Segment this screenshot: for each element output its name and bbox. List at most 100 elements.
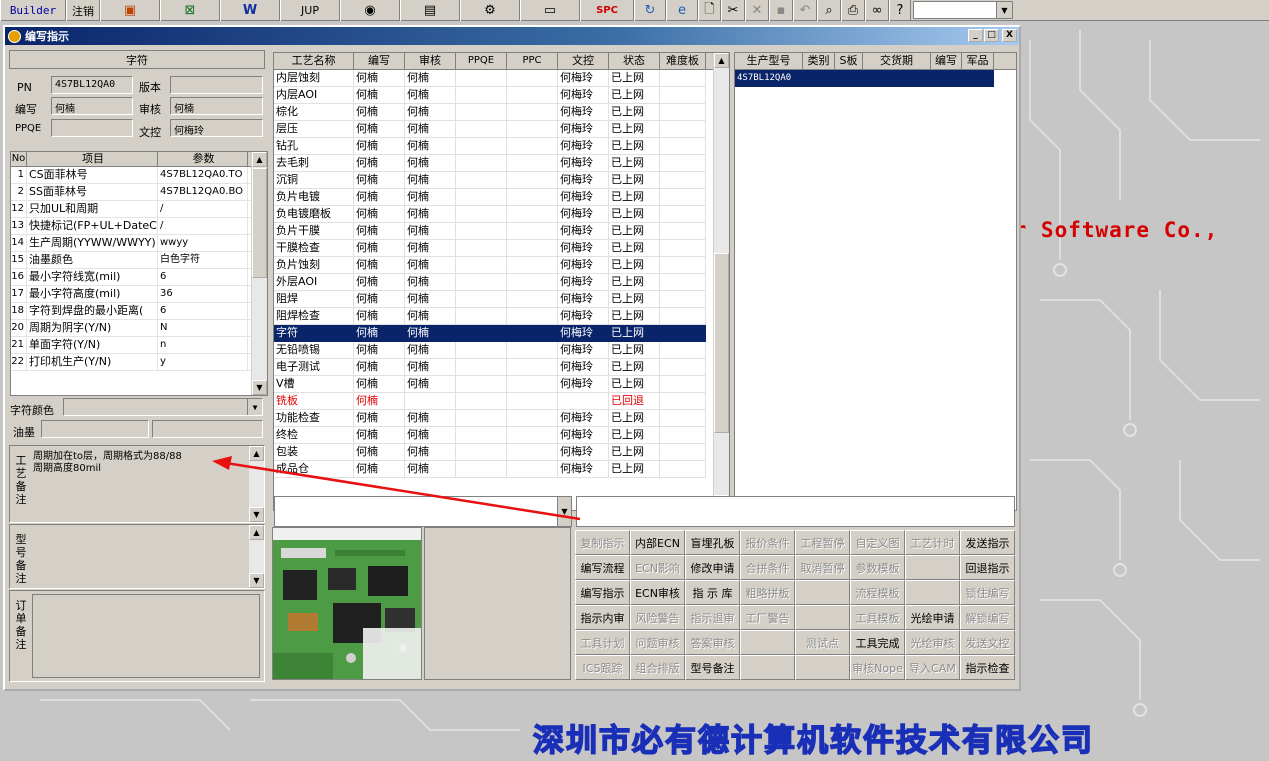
process-row[interactable]: 负片蚀刻 何楠 何楠 何梅玲 已上网: [274, 257, 729, 274]
parameter-row[interactable]: 15 油墨颜色 白色字符: [11, 252, 267, 269]
command-button[interactable]: 型号备注: [685, 655, 740, 680]
database-icon[interactable]: ▤: [400, 0, 460, 21]
scroll-up-icon[interactable]: ▲: [249, 446, 264, 461]
process-row[interactable]: 内层AOI 何楠 何楠 何梅玲 已上网: [274, 87, 729, 104]
process-row[interactable]: 终检 何楠 何楠 何梅玲 已上网: [274, 427, 729, 444]
process-row[interactable]: 字符 何楠 何楠 何梅玲 已上网: [274, 325, 729, 342]
process-row[interactable]: 负电镀磨板 何楠 何楠 何梅玲 已上网: [274, 206, 729, 223]
parameter-row[interactable]: 14 生产周期(YYWW/WWYY) wwyy: [11, 235, 267, 252]
char-color-select[interactable]: ▼: [63, 398, 263, 416]
command-button[interactable]: 编写流程: [575, 555, 630, 580]
minimize-button[interactable]: _: [968, 29, 983, 42]
process-row[interactable]: 钻孔 何楠 何楠 何梅玲 已上网: [274, 138, 729, 155]
undo-icon[interactable]: ↶: [793, 0, 817, 21]
command-button[interactable]: 回退指示: [960, 555, 1015, 580]
process-row[interactable]: 去毛刺 何楠 何楠 何梅玲 已上网: [274, 155, 729, 172]
ink-field-2[interactable]: [152, 420, 263, 438]
column-header-param[interactable]: 参数: [158, 152, 248, 166]
process-remark-scrollbar[interactable]: ▲ ▼: [248, 446, 264, 522]
window-titlebar[interactable]: 编写指示 _ □ X: [5, 27, 1019, 45]
column-header-difficulty[interactable]: 难度板: [660, 53, 706, 69]
process-row[interactable]: 阻焊 何楠 何楠 何梅玲 已上网: [274, 291, 729, 308]
command-button[interactable]: 盲埋孔板: [685, 530, 740, 555]
column-header-category[interactable]: 类别: [803, 53, 835, 69]
scroll-up-icon[interactable]: ▲: [249, 525, 264, 540]
cut-icon[interactable]: ✂: [721, 0, 745, 21]
column-header-model[interactable]: 生产型号: [735, 53, 803, 69]
process-row[interactable]: 成品仓 何楠 何楠 何梅玲 已上网: [274, 461, 729, 478]
save-icon[interactable]: ▪: [769, 0, 793, 21]
pn-field[interactable]: 4S7BL12QA0: [51, 76, 133, 94]
column-header-item[interactable]: 项目: [27, 152, 158, 166]
process-row[interactable]: 负片干膜 何楠 何楠 何梅玲 已上网: [274, 223, 729, 240]
column-header-ppc[interactable]: PPC: [507, 53, 558, 69]
command-button[interactable]: 指 示 库: [685, 580, 740, 605]
print-icon[interactable]: ⎙: [841, 0, 865, 21]
command-button[interactable]: ECN审核: [630, 580, 685, 605]
ppt-icon[interactable]: ▣: [100, 0, 160, 21]
doc-control-field[interactable]: 何梅玲: [170, 119, 263, 137]
parameter-scrollbar[interactable]: ▲ ▼: [251, 152, 267, 395]
logout-button[interactable]: 注销: [66, 0, 100, 21]
command-button[interactable]: 指示检查: [960, 655, 1015, 680]
column-header-delivery[interactable]: 交货期: [863, 53, 931, 69]
column-header-ppqe[interactable]: PPQE: [456, 53, 507, 69]
builder-button[interactable]: Builder: [0, 0, 66, 21]
process-row[interactable]: 负片电镀 何楠 何楠 何梅玲 已上网: [274, 189, 729, 206]
computer-icon[interactable]: ▭: [520, 0, 580, 21]
ppqe-field[interactable]: [51, 119, 133, 137]
order-remark-text[interactable]: [32, 594, 260, 678]
process-row[interactable]: 内层蚀刻 何楠 何楠 何梅玲 已上网: [274, 70, 729, 87]
command-button[interactable]: 光绘申请: [905, 605, 960, 630]
command-button[interactable]: 发送指示: [960, 530, 1015, 555]
column-header-status[interactable]: 状态: [609, 53, 660, 69]
column-header-writer[interactable]: 编写: [354, 53, 405, 69]
parameter-row[interactable]: 20 周期为阴字(Y/N) N: [11, 320, 267, 337]
command-button[interactable]: 工具完成: [850, 630, 905, 655]
chevron-down-icon[interactable]: ▼: [557, 497, 571, 526]
ie-icon[interactable]: e: [666, 0, 698, 21]
command-button[interactable]: 编写指示: [575, 580, 630, 605]
process-combo[interactable]: ▼: [274, 496, 572, 527]
parameter-row[interactable]: 16 最小字符线宽(mil) 6: [11, 269, 267, 286]
model-remark-box[interactable]: 型号备注 ▲ ▼: [9, 524, 265, 589]
parameter-grid[interactable]: No 项目 参数 1 CS面菲林号 4S7BL12QA0.TO 2 SS面菲林号 4S7B…: [10, 151, 268, 396]
parameter-row[interactable]: 17 最小字符高度(mil) 36: [11, 286, 267, 303]
binoculars-icon[interactable]: ∞: [865, 0, 889, 21]
connect-icon[interactable]: ⚙: [460, 0, 520, 21]
new-doc-icon[interactable]: 🗋: [698, 0, 721, 21]
process-grid[interactable]: 工艺名称 编写 审核 PPQE PPC 文控 状态 难度板 内层蚀刻 何楠 何楠 何梅…: [273, 52, 730, 511]
column-header-doc[interactable]: 文控: [558, 53, 609, 69]
maximize-button[interactable]: □: [984, 29, 999, 42]
writer-field[interactable]: 何楠: [51, 97, 133, 115]
parameter-row[interactable]: 13 快捷标记(FP+UL+DateCo /: [11, 218, 267, 235]
process-row[interactable]: 层压 何楠 何楠 何梅玲 已上网: [274, 121, 729, 138]
process-remark-box[interactable]: 工艺备注 周期加在to层，周期格式为88/88 周期高度80mil ▲ ▼: [9, 445, 265, 523]
jup-button[interactable]: JUP: [280, 0, 340, 21]
process-row[interactable]: V槽 何楠 何楠 何梅玲 已上网: [274, 376, 729, 393]
process-row[interactable]: 电子测试 何楠 何楠 何梅玲 已上网: [274, 359, 729, 376]
scroll-down-icon[interactable]: ▼: [249, 507, 264, 522]
cross-icon[interactable]: ✕: [745, 0, 769, 21]
remark-input[interactable]: [576, 496, 1015, 527]
command-button[interactable]: 指示内审: [575, 605, 630, 630]
process-row[interactable]: 阻焊检查 何楠 何楠 何梅玲 已上网: [274, 308, 729, 325]
toolbar-combo[interactable]: ▼: [913, 1, 1013, 19]
command-button[interactable]: 内部ECN: [630, 530, 685, 555]
process-row[interactable]: 棕化 何楠 何楠 何梅玲 已上网: [274, 104, 729, 121]
scroll-up-icon[interactable]: ▲: [252, 152, 267, 167]
process-remark-text[interactable]: 周期加在to层，周期格式为88/88 周期高度80mil: [33, 451, 182, 475]
chevron-down-icon[interactable]: ▼: [247, 399, 262, 415]
parameter-row[interactable]: 1 CS面菲林号 4S7BL12QA0.TO: [11, 167, 267, 184]
spc-button[interactable]: SPC: [580, 0, 634, 21]
scroll-thumb[interactable]: [252, 168, 267, 278]
parameter-row[interactable]: 21 单面字符(Y/N) n: [11, 337, 267, 354]
parameter-row[interactable]: 18 字符到焊盘的最小距离(6: [11, 303, 267, 320]
ink-field-1[interactable]: [41, 420, 149, 438]
column-header-s-board[interactable]: S板: [835, 53, 863, 69]
parameter-row[interactable]: 2 SS面菲林号 4S7BL12QA0.BO: [11, 184, 267, 201]
close-button[interactable]: X: [1002, 29, 1017, 42]
scroll-down-icon[interactable]: ▼: [252, 380, 267, 395]
scroll-thumb[interactable]: [714, 253, 729, 433]
column-header-no[interactable]: No: [11, 152, 27, 166]
